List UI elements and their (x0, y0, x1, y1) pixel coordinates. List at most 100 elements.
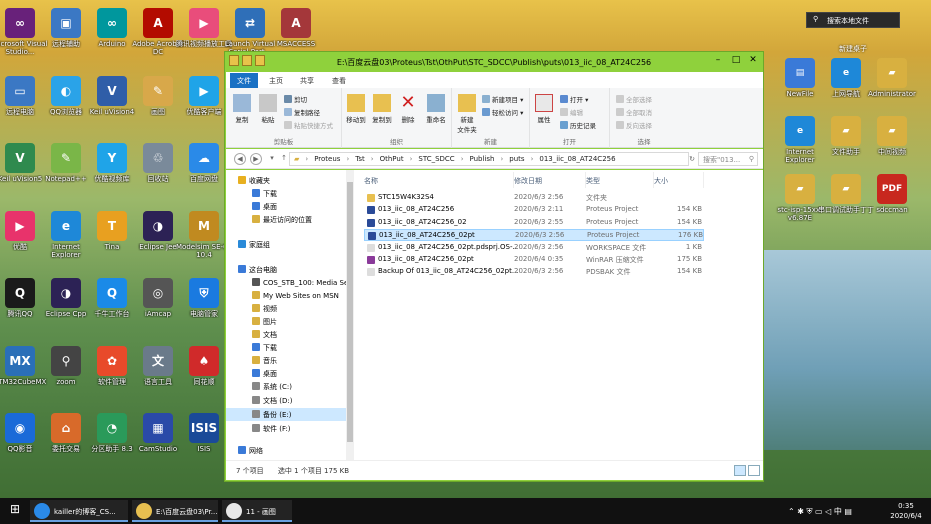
new-item-button[interactable]: 新建项目 ▾ (482, 94, 523, 104)
open-button[interactable]: 打开 ▾ (560, 94, 588, 104)
tab-view[interactable]: 查看 (325, 73, 353, 88)
paste-button[interactable]: 粘贴 (256, 94, 280, 124)
paste-shortcut-button[interactable]: 粘贴快捷方式 (284, 120, 333, 130)
nav-item[interactable]: 桌面 (226, 367, 346, 380)
chevron-up-icon[interactable]: ⌃ (788, 507, 795, 516)
breadcrumb-item[interactable]: OthPut (380, 155, 404, 163)
eclipse-cpp-icon: ◑ (51, 278, 81, 308)
navigation-scrollbar[interactable] (346, 170, 354, 460)
drive-d-icon (252, 396, 260, 404)
nav-item[interactable]: 这台电脑 (226, 263, 346, 276)
file-row[interactable]: Backup Of 013_iic_08_AT24C256_02pt... 202… (364, 266, 704, 278)
start-button[interactable]: ⊞ (6, 502, 24, 520)
nav-item[interactable]: 最近访问的位置 (226, 213, 346, 226)
breadcrumb-item[interactable]: Proteus (314, 155, 340, 163)
select-all-button[interactable]: 全部选择 (616, 94, 652, 104)
rename-button[interactable]: 重命名 (422, 94, 450, 124)
history-button[interactable]: 历史记录 (560, 120, 596, 130)
column-header-type[interactable]: 类型 (586, 172, 654, 188)
nav-item[interactable]: 下载 (226, 187, 346, 200)
desktop-shortcut[interactable]: A MSACCESS (268, 8, 324, 48)
clock[interactable]: 0:35 2020/6/4 (886, 501, 926, 521)
back-button[interactable]: ◀ (234, 153, 246, 165)
stm32cube-icon: MX (5, 345, 35, 376)
breadcrumb-item[interactable]: puts (509, 155, 524, 163)
desktop-shortcut[interactable]: PDF sdccman (864, 174, 920, 214)
volume-icon[interactable]: ◁ (825, 507, 831, 516)
downloads-icon (252, 343, 260, 351)
breadcrumb-item[interactable]: 013_iic_08_AT24C256 (539, 155, 615, 163)
taskbar-item[interactable]: kailler的博客_CS... (30, 500, 128, 522)
close-button[interactable]: ✕ (746, 55, 760, 67)
properties-button[interactable]: 属性 (532, 94, 556, 124)
file-row[interactable]: 013_iic_08_AT24C256 2020/6/3 2:11 Proteus … (364, 204, 704, 216)
file-row[interactable]: 013_iic_08_AT24C256_02pt 2020/6/3 2:56 Pro… (364, 229, 704, 242)
nav-item[interactable]: 网络 (226, 444, 346, 457)
nav-item[interactable]: 文档 (D:) (226, 394, 346, 407)
nav-item[interactable]: 系统 (C:) (226, 380, 346, 393)
nav-item[interactable]: 文档 (226, 328, 346, 341)
tab-share[interactable]: 共享 (293, 73, 321, 88)
copy-button[interactable]: 复制 (230, 94, 254, 124)
edit-button[interactable]: 编辑 (560, 107, 583, 117)
large-icons-view-button[interactable] (748, 465, 760, 476)
new-folder-button[interactable]: 新建 文件夹 (454, 94, 480, 134)
details-view-button[interactable] (734, 465, 746, 476)
nav-item[interactable]: 备份 (E:) (226, 408, 346, 421)
bluetooth-icon[interactable]: ✱ (797, 507, 804, 516)
recent-locations-button[interactable]: ▾ (266, 153, 278, 165)
nav-item[interactable]: 下载 (226, 341, 346, 354)
network-tray-icon[interactable]: ▭ (815, 507, 823, 516)
breadcrumb-item[interactable]: Publish (470, 155, 495, 163)
shield-icon[interactable]: ⛨ (807, 507, 813, 516)
nav-item[interactable]: 视频 (226, 302, 346, 315)
search-input[interactable]: 搜索"013... ⚲ (698, 152, 758, 166)
nav-item[interactable]: 软件 (F:) (226, 422, 346, 435)
minimize-button[interactable]: – (711, 55, 725, 67)
desktop-shortcut[interactable]: ▰ Administrator (864, 58, 920, 98)
scrollbar-thumb[interactable] (347, 182, 353, 442)
notification-icon[interactable]: ▤ (844, 507, 852, 516)
desktop-search-box[interactable]: ⚲ 搜索本地文件 (806, 12, 900, 28)
nav-item[interactable]: 家庭组 (226, 238, 346, 251)
desktop-shortcut[interactable]: ▰ 中间视频 (864, 116, 920, 156)
forward-button[interactable]: ▶ (250, 153, 262, 165)
ime-indicator[interactable]: 中 (834, 507, 842, 516)
nav-item[interactable]: 音乐 (226, 354, 346, 367)
properties-quick-icon[interactable] (242, 55, 252, 66)
file-row[interactable]: 013_iic_08_AT24C256_02 2020/6/3 2:55 Prote… (364, 217, 704, 229)
column-header-name[interactable]: 名称 (364, 172, 514, 188)
file-row[interactable]: 013_iic_08_AT24C256_02pt.pdsprj.OS-... 20… (364, 242, 704, 254)
window-titlebar[interactable]: E:\百度云盘03\Proteus\Tst\OthPut\STC_SDCC\Pu… (225, 52, 763, 72)
nav-item[interactable]: My Web Sites on MSN (226, 289, 346, 302)
column-header-date[interactable]: 修改日期 (514, 172, 586, 188)
nav-item[interactable]: 图片 (226, 315, 346, 328)
quick-access-toolbar (229, 55, 265, 66)
file-row[interactable]: STC15W4K32S4 2020/6/3 2:56 文件夹 (364, 192, 704, 204)
maximize-button[interactable]: □ (729, 55, 743, 67)
nav-item[interactable]: 收藏夹 (226, 174, 346, 187)
easy-access-button[interactable]: 轻松访问 ▾ (482, 107, 523, 117)
breadcrumb-item[interactable]: Tst (355, 155, 365, 163)
new-folder-quick-icon[interactable] (255, 55, 265, 66)
taskbar-item[interactable]: E:\百度云盘03\Pr... (132, 500, 218, 522)
select-none-button[interactable]: 全部取消 (616, 107, 652, 117)
taskbar-item[interactable]: 11 - 画图 (222, 500, 292, 522)
tab-file[interactable]: 文件 (230, 73, 258, 88)
file-row[interactable]: 013_iic_08_AT24C256_02pt 2020/6/4 0:35 Win… (364, 254, 704, 266)
delete-button[interactable]: ✕ 删除 (396, 94, 420, 125)
invert-selection-button[interactable]: 反向选择 (616, 120, 652, 130)
cut-button[interactable]: 剪切 (284, 94, 307, 104)
nav-item[interactable]: 桌面 (226, 200, 346, 213)
copy-path-button[interactable]: 复制路径 (284, 107, 320, 117)
column-header-size[interactable]: 大小 (654, 172, 704, 188)
file-date: 2020/6/4 0:35 (514, 255, 564, 263)
move-to-button[interactable]: 移动到 (344, 94, 368, 124)
breadcrumb-item[interactable]: STC_SDCC (418, 155, 454, 163)
tab-home[interactable]: 主页 (262, 73, 290, 88)
breadcrumb[interactable]: ▰ › Proteus › Tst › OthPut › STC_SDCC › Publish › pu… (289, 152, 689, 166)
folder-icon[interactable] (229, 55, 239, 66)
refresh-button[interactable]: ↻ (688, 154, 696, 166)
nav-item[interactable]: COS_STB_100: Media Serv (226, 276, 346, 289)
copy-to-button[interactable]: 复制到 (370, 94, 394, 124)
